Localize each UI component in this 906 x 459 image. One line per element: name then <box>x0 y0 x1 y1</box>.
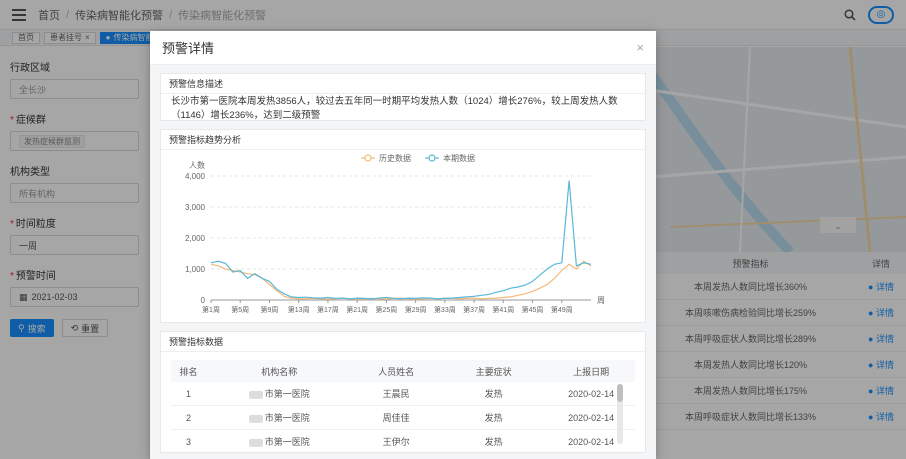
x-tick-label: 第1周 <box>202 305 220 314</box>
y-tick-label: 3,000 <box>185 203 206 212</box>
legend-marker <box>428 154 436 162</box>
y-tick-label: 0 <box>201 296 206 305</box>
legend-marker <box>364 154 372 162</box>
y-tick-label: 2,000 <box>185 234 206 243</box>
y-axis-label: 人数 <box>189 160 205 170</box>
warning-detail-modal: 预警详情 × 预警信息描述 长沙市第一医院本周发热3856人，较过去五年同一时期… <box>150 31 656 459</box>
x-tick-label: 第33周 <box>434 305 456 314</box>
data-card: 预警指标数据 排名 机构名称 人员姓名 主要症状 上报日期 1 市第一医院 王晨… <box>160 331 646 454</box>
summary-title: 预警信息描述 <box>161 74 645 94</box>
x-tick-label: 第41周 <box>492 305 514 314</box>
modal-body: 预警信息描述 长沙市第一医院本周发热3856人，较过去五年同一时期平均发热人数（… <box>150 65 656 459</box>
x-axis-label: 周 <box>597 296 605 305</box>
trend-chart: 0 1,000 2,000 3,000 4,000 人数周第1周 第5周 第9周 第13周 第17… <box>185 153 605 314</box>
legend-label: 本期数据 <box>443 153 475 163</box>
trend-title: 预警指标趋势分析 <box>161 130 645 150</box>
modal-header: 预警详情 × <box>150 31 656 65</box>
table-row[interactable]: 3 市第一医院 王伊尔 发热 2020-02-14 <box>171 430 635 454</box>
table-row[interactable]: 2 市第一医院 周佳佳 发热 2020-02-14 <box>171 406 635 430</box>
legend-label: 历史数据 <box>379 153 411 163</box>
data-title: 预警指标数据 <box>161 332 645 352</box>
x-tick-label: 第9周 <box>261 305 279 314</box>
x-tick-label: 第49周 <box>551 305 573 314</box>
x-tick-label: 第5周 <box>231 305 249 314</box>
x-tick-label: 第13周 <box>288 305 310 314</box>
x-tick-label: 第21周 <box>346 305 368 314</box>
table-row[interactable]: 1 市第一医院 王晨民 发热 2020-02-14 <box>171 382 635 406</box>
close-icon[interactable]: × <box>636 40 644 55</box>
trend-card: 预警指标趋势分析 0 1,000 2,000 3,000 4,000 人数周第1周 第5周 第… <box>160 129 646 323</box>
y-tick-label: 1,000 <box>185 265 206 274</box>
series-line-current <box>210 180 592 300</box>
x-tick-label: 第37周 <box>463 305 485 314</box>
x-tick-label: 第45周 <box>522 305 544 314</box>
data-table-header: 排名 机构名称 人员姓名 主要症状 上报日期 <box>171 360 635 382</box>
y-tick-label: 4,000 <box>185 172 206 181</box>
summary-card: 预警信息描述 长沙市第一医院本周发热3856人，较过去五年同一时期平均发热人数（… <box>160 73 646 121</box>
x-tick-label: 第17周 <box>317 305 339 314</box>
modal-title: 预警详情 <box>162 41 215 56</box>
summary-text: 长沙市第一医院本周发热3856人，较过去五年同一时期平均发热人数（1024）增长… <box>171 96 618 121</box>
x-tick-label: 第25周 <box>375 305 397 314</box>
table-scrollbar[interactable] <box>617 384 623 444</box>
x-tick-label: 第29周 <box>405 305 427 314</box>
